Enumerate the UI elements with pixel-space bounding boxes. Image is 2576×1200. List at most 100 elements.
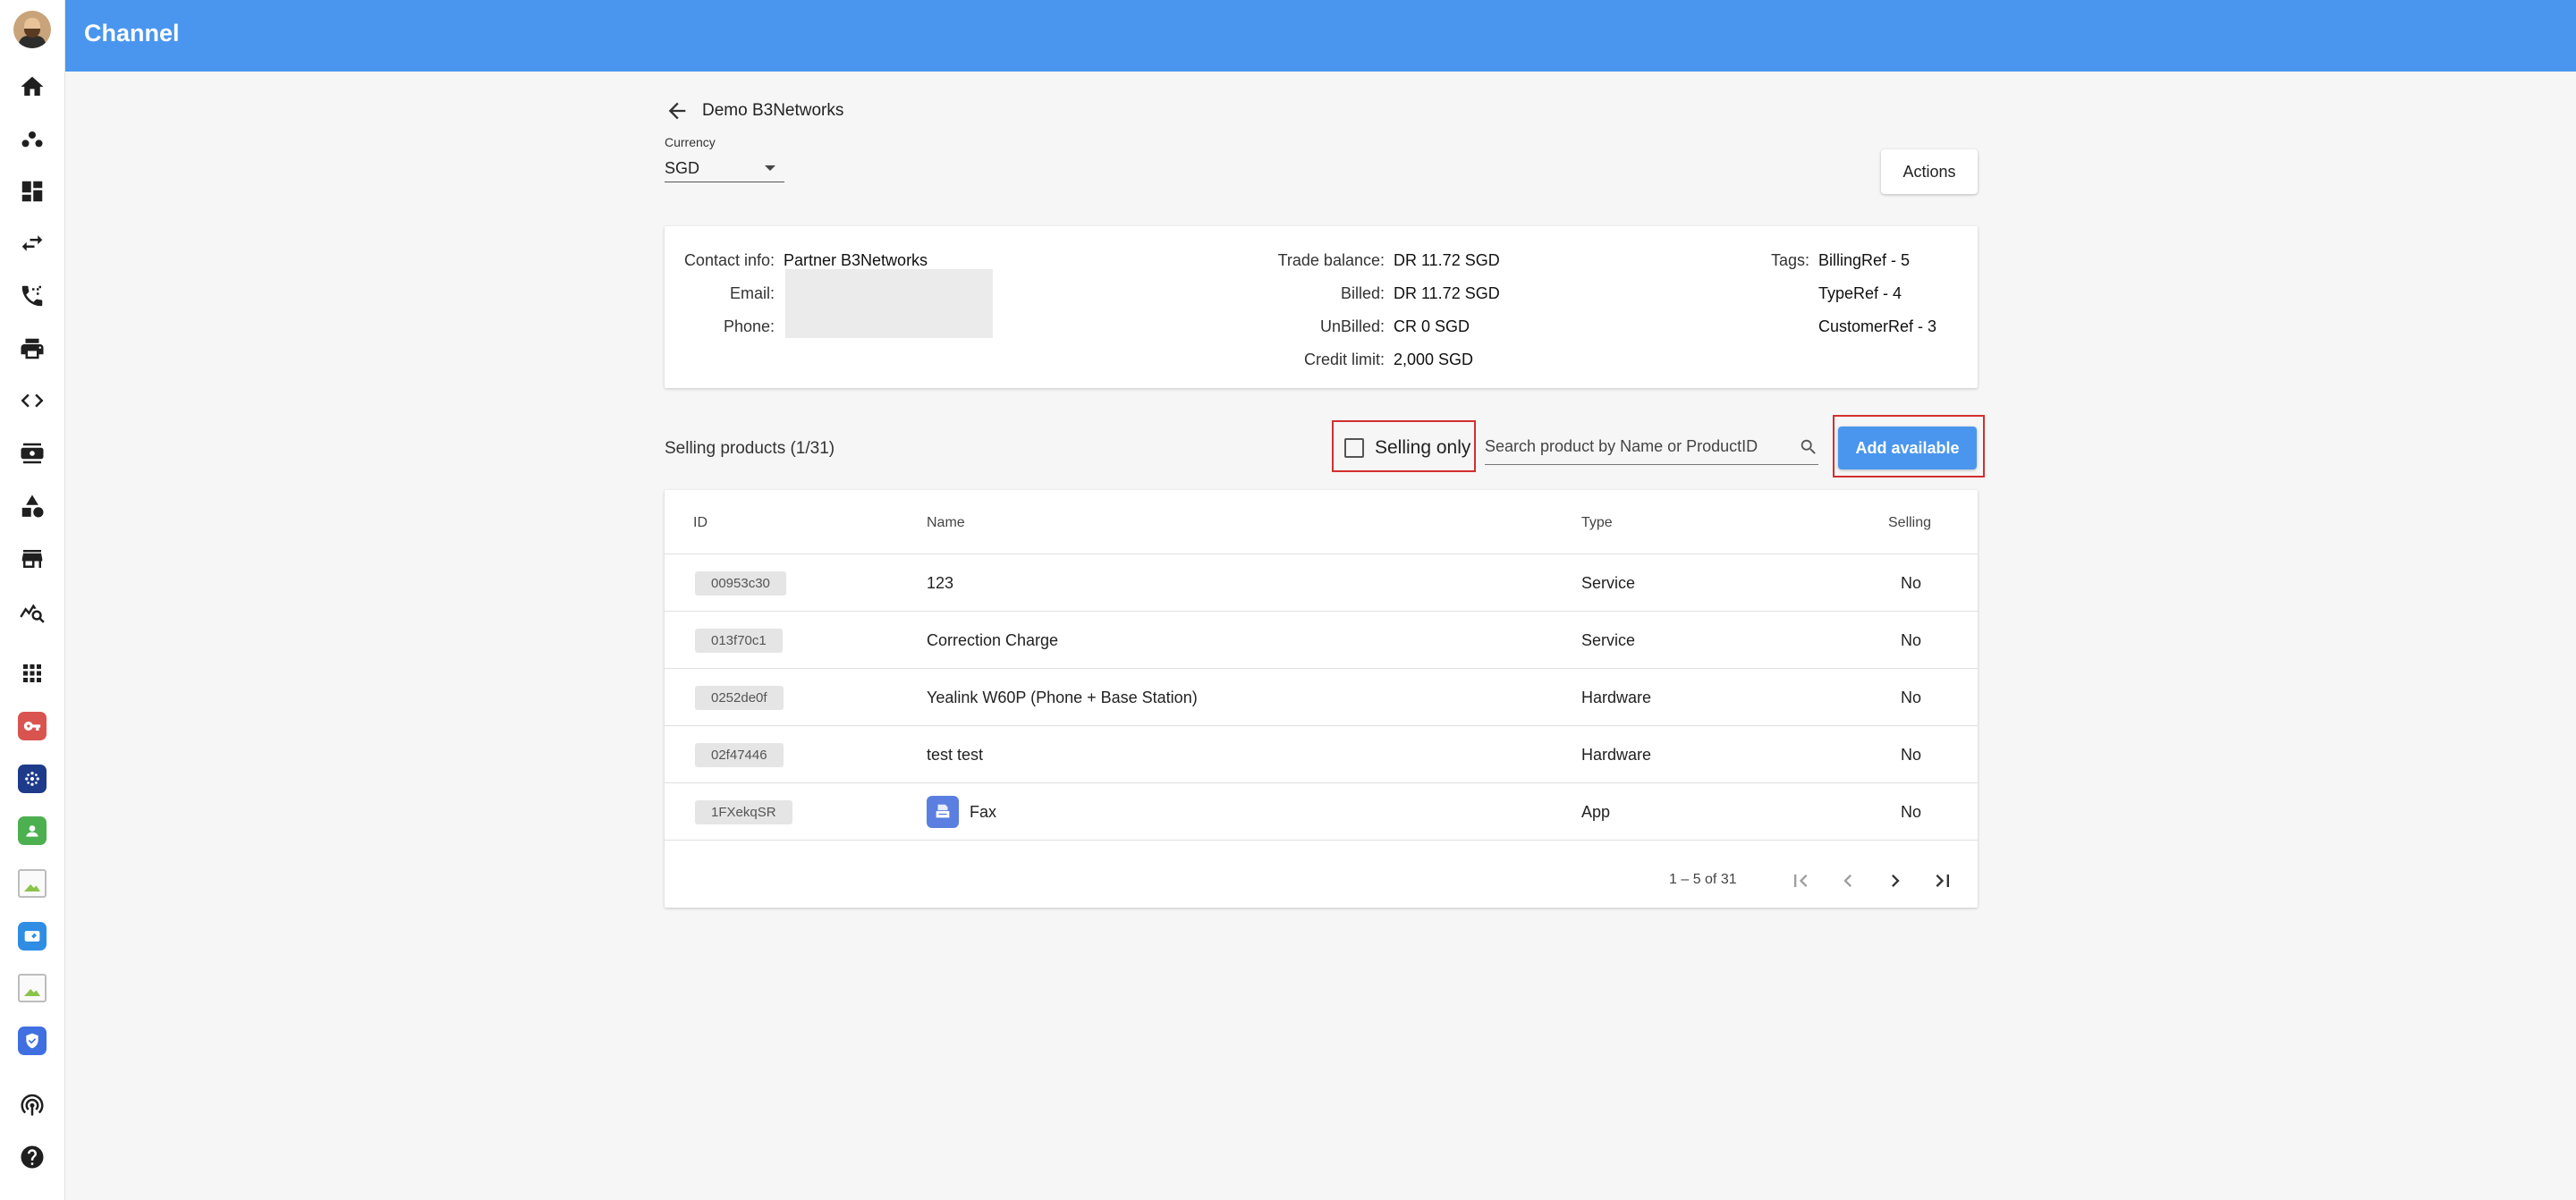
- swap-icon[interactable]: [11, 222, 54, 265]
- shapes-icon[interactable]: [11, 485, 54, 528]
- trade-balance-value: DR 11.72 SGD: [1394, 251, 1500, 269]
- balance-info: Trade balance: DR 11.72 SGD Billed: DR 1…: [1219, 244, 1500, 376]
- broken-image-icon[interactable]: [11, 862, 54, 905]
- credit-limit-label: Credit limit:: [1303, 351, 1385, 368]
- tag-item: BillingRef - 5: [1818, 251, 1911, 269]
- product-type: App: [1581, 802, 1611, 821]
- product-selling: No: [1901, 573, 1922, 592]
- tags-info: Tags: BillingRef - 5 TypeRef - 4 Custome…: [1765, 244, 1936, 343]
- groups-icon[interactable]: [11, 118, 54, 161]
- product-search[interactable]: [1485, 429, 1818, 465]
- app-title: Channel: [84, 20, 180, 46]
- currency-label: Currency: [665, 135, 716, 149]
- trade-balance-label: Trade balance:: [1277, 251, 1385, 269]
- product-name: Yealink W60P (Phone + Base Station): [927, 688, 1198, 706]
- support-app-icon[interactable]: [11, 809, 54, 852]
- product-type: Hardware: [1581, 688, 1652, 706]
- product-name: test test: [927, 745, 984, 764]
- hub-app-icon[interactable]: [11, 757, 54, 800]
- product-search-input[interactable]: [1485, 437, 1780, 456]
- podcast-icon[interactable]: [11, 1083, 54, 1126]
- page-range-label: 1 – 5 of 31: [1669, 872, 1737, 887]
- billed-value: DR 11.72 SGD: [1394, 284, 1500, 302]
- contact-info-label: Contact info:: [683, 251, 775, 269]
- product-selling: No: [1901, 688, 1922, 706]
- key-app-icon[interactable]: [11, 705, 54, 748]
- partner-info-card: Contact info: Partner B3Networks Email: …: [665, 226, 1978, 388]
- tag-item: CustomerRef - 3: [1818, 317, 1937, 335]
- app-header: Channel: [65, 0, 2576, 72]
- user-avatar[interactable]: [13, 11, 51, 48]
- shield-app-icon[interactable]: [11, 1019, 54, 1062]
- product-id-chip: 00953c30: [695, 570, 786, 596]
- currency-dropdown[interactable]: SGD: [665, 155, 784, 182]
- sidebar: [0, 0, 65, 1200]
- table-row[interactable]: 013f70c1 Correction Charge Service No: [665, 612, 1978, 669]
- currency-value: SGD: [665, 158, 700, 177]
- unbilled-label: UnBilled:: [1319, 317, 1385, 335]
- products-table: ID Name Type Selling 00953c30 123 Servic…: [665, 490, 1978, 908]
- dropdown-caret-icon: [765, 165, 775, 171]
- product-name: Correction Charge: [927, 630, 1059, 649]
- card-app-icon[interactable]: [11, 915, 54, 958]
- credit-limit-value: 2,000 SGD: [1394, 351, 1474, 368]
- page-header: Demo B3Networks: [665, 93, 843, 129]
- next-page-icon[interactable]: [1881, 866, 1910, 895]
- store-icon[interactable]: [11, 537, 54, 580]
- product-selling: No: [1901, 630, 1922, 649]
- dashboard-icon[interactable]: [11, 170, 54, 213]
- column-header-selling[interactable]: Selling: [1888, 515, 1931, 531]
- product-type: Service: [1581, 630, 1636, 649]
- selling-only-label: Selling only: [1375, 437, 1471, 458]
- product-name: 123: [927, 573, 954, 592]
- contact-card-icon[interactable]: [11, 432, 54, 475]
- unbilled-value: CR 0 SGD: [1394, 317, 1470, 335]
- table-row[interactable]: 0252de0f Yealink W60P (Phone + Base Stat…: [665, 669, 1978, 726]
- product-type: Hardware: [1581, 745, 1652, 764]
- billed-label: Billed:: [1340, 284, 1385, 302]
- grid-apps-icon[interactable]: [11, 652, 54, 695]
- product-selling: No: [1901, 745, 1922, 764]
- selling-only-filter[interactable]: Selling only: [1334, 422, 1477, 474]
- tags-label: Tags:: [1770, 251, 1809, 269]
- paginator: 1 – 5 of 31: [665, 854, 1978, 908]
- product-id-chip: 013f70c1: [695, 628, 783, 653]
- tag-item: TypeRef - 4: [1818, 284, 1902, 302]
- phone-forward-icon[interactable]: [11, 275, 54, 317]
- column-header-id[interactable]: ID: [693, 515, 708, 531]
- column-header-type[interactable]: Type: [1581, 515, 1613, 531]
- product-type: Service: [1581, 573, 1636, 592]
- code-icon[interactable]: [11, 379, 54, 422]
- help-icon[interactable]: [11, 1136, 54, 1179]
- email-label: Email:: [729, 284, 775, 302]
- column-header-name[interactable]: Name: [927, 515, 965, 531]
- table-row[interactable]: 1FXekqSR Fax App No: [665, 783, 1978, 841]
- actions-button[interactable]: Actions: [1881, 149, 1978, 194]
- table-header: ID Name Type Selling: [665, 490, 1978, 554]
- broken-image-icon[interactable]: [11, 967, 54, 1010]
- redacted-contact-block: [785, 269, 993, 338]
- search-icon: [1801, 439, 1816, 454]
- product-selling: No: [1901, 802, 1922, 821]
- currency-select[interactable]: Currency SGD: [665, 135, 784, 182]
- back-arrow-icon[interactable]: [665, 98, 690, 123]
- phone-label: Phone:: [723, 317, 775, 335]
- print-icon[interactable]: [11, 327, 54, 370]
- home-icon[interactable]: [11, 65, 54, 108]
- table-row[interactable]: 02f47446 test test Hardware No: [665, 726, 1978, 783]
- first-page-icon[interactable]: [1786, 866, 1815, 895]
- contact-info-value: Partner B3Networks: [784, 251, 928, 269]
- fax-app-icon: [927, 796, 959, 828]
- product-id-chip: 02f47446: [695, 742, 784, 767]
- last-page-icon[interactable]: [1928, 866, 1957, 895]
- selling-only-checkbox[interactable]: [1344, 438, 1364, 458]
- product-id-chip: 1FXekqSR: [695, 799, 792, 824]
- page-title: Demo B3Networks: [702, 101, 844, 120]
- table-row[interactable]: 00953c30 123 Service No: [665, 554, 1978, 612]
- add-available-button[interactable]: Add available: [1838, 427, 1977, 469]
- query-stats-icon[interactable]: [11, 589, 54, 632]
- product-id-chip: 0252de0f: [695, 685, 784, 710]
- selling-products-title: Selling products (1/31): [665, 439, 835, 458]
- product-name: Fax: [970, 802, 997, 821]
- prev-page-icon[interactable]: [1834, 866, 1862, 895]
